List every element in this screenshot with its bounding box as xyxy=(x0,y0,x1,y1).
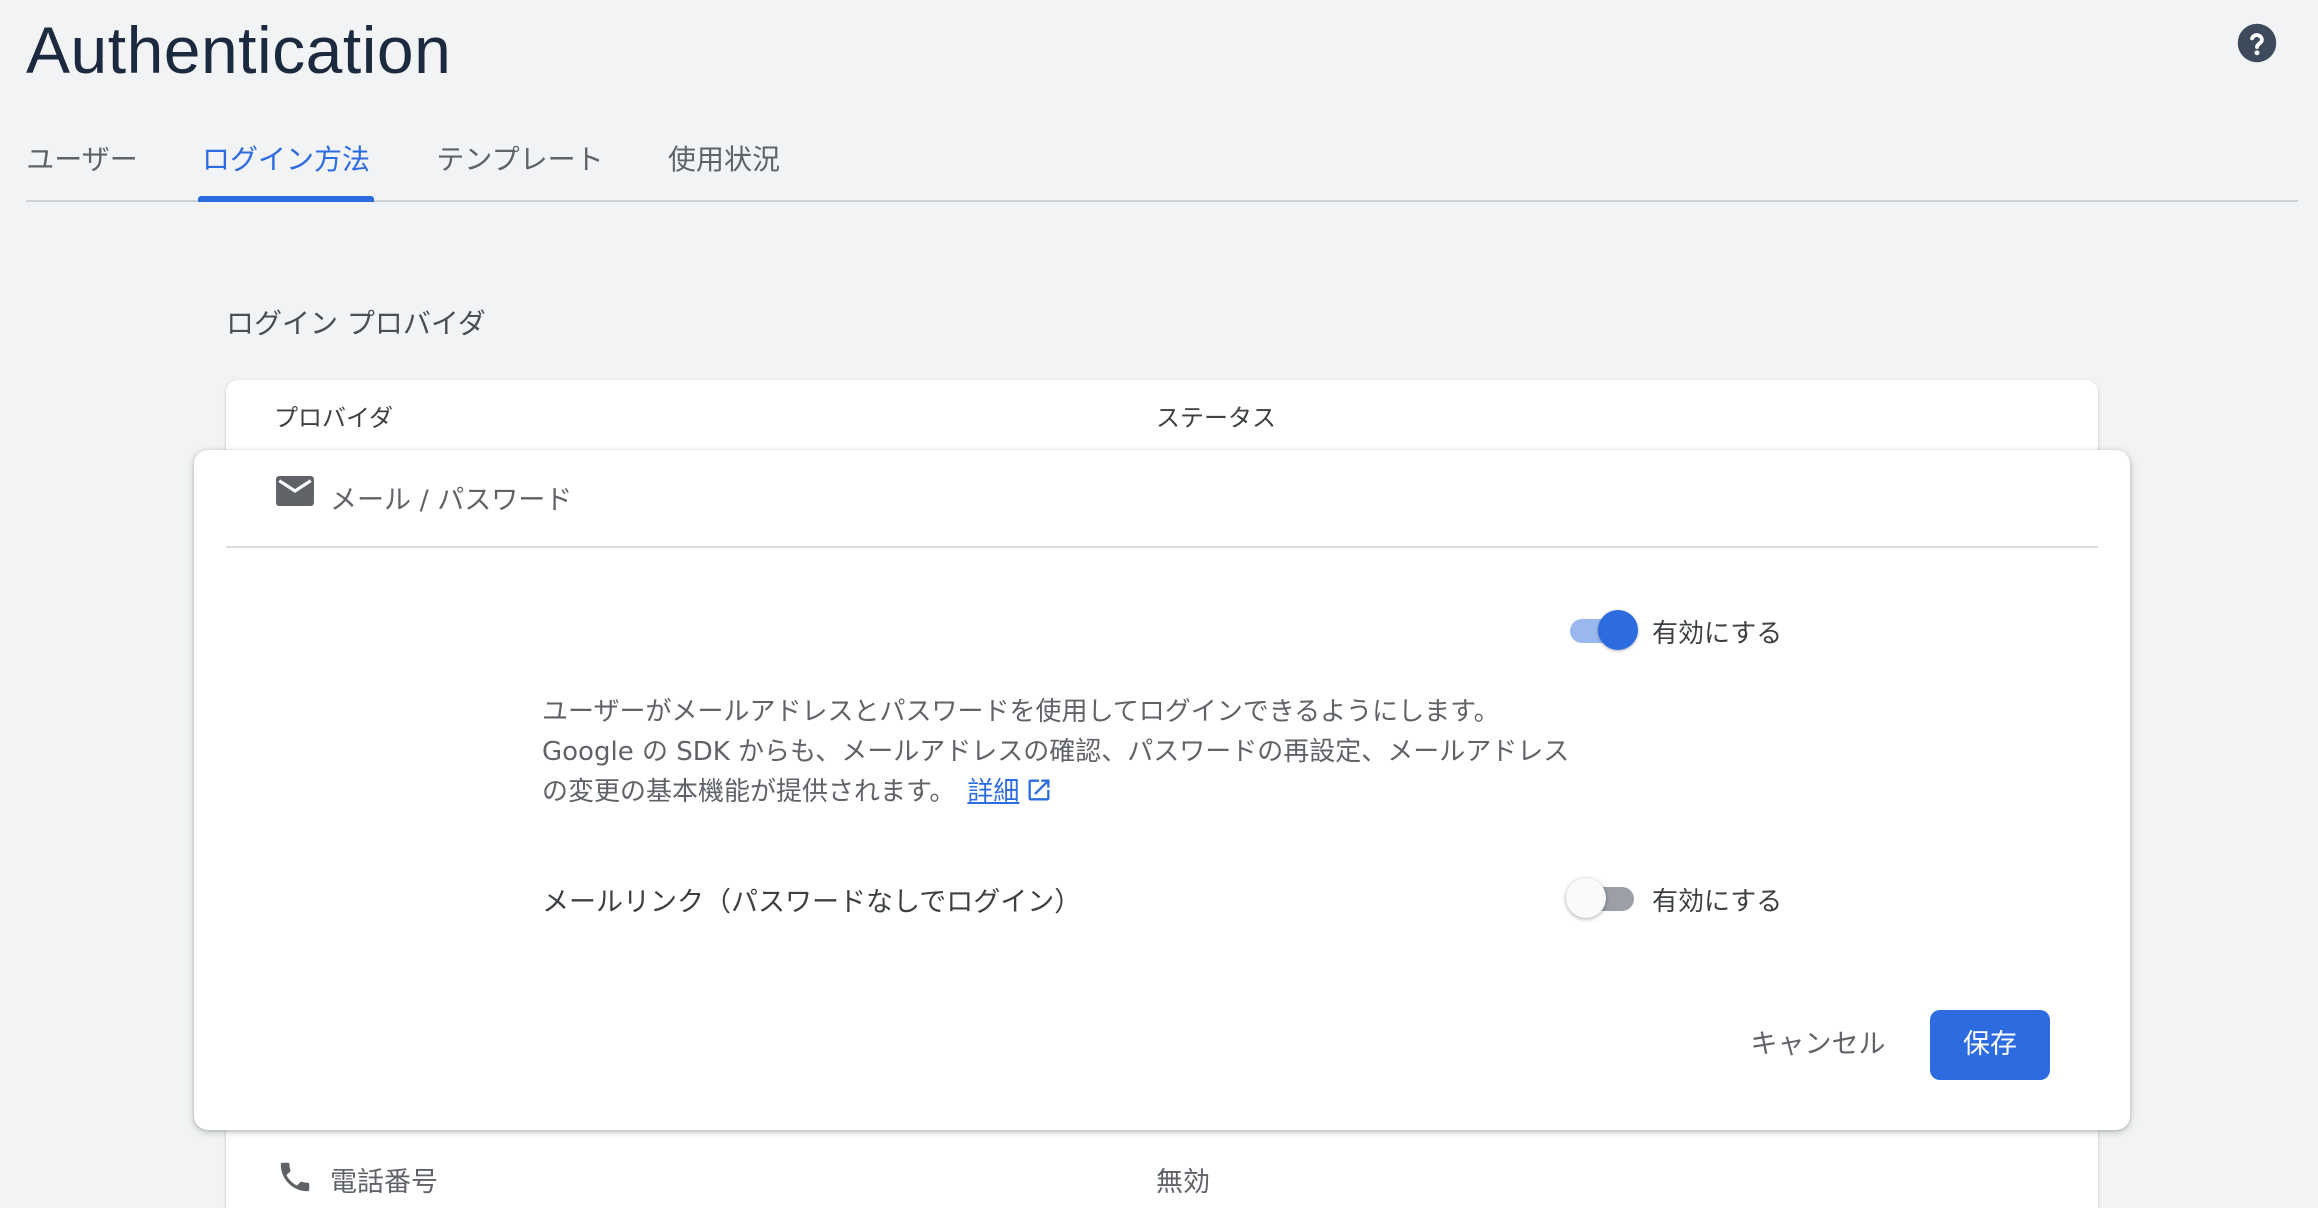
description-text: ユーザーがメールアドレスとパスワードを使用してログインできるようにします。Goo… xyxy=(542,697,1570,807)
section-title: ログイン プロバイダ xyxy=(226,307,486,340)
email-password-provider-panel: メール / パスワード 有効にする ユーザーがメールアドレスとパスワードを使用し… xyxy=(194,450,2130,1130)
save-button[interactable]: 保存 xyxy=(1930,1010,2050,1080)
phone-icon xyxy=(276,1158,314,1196)
toggle-thumb xyxy=(1598,610,1638,650)
cancel-button[interactable]: キャンセル xyxy=(1728,1010,1908,1080)
column-header-status: ステータス xyxy=(1156,404,1276,432)
enable-email-password-toggle[interactable] xyxy=(1566,605,1640,655)
column-header-provider: プロバイダ xyxy=(274,404,394,432)
tab-users[interactable]: ユーザー xyxy=(26,128,138,200)
phone-provider-status: 無効 xyxy=(1156,1167,1210,1198)
email-link-toggle-label: 有効にする xyxy=(1652,887,1783,917)
authentication-page: Authentication ユーザー ログイン方法 テンプレート 使用状況 ロ… xyxy=(0,0,2318,1208)
toggle-thumb xyxy=(1566,878,1606,918)
page-title: Authentication xyxy=(26,13,452,87)
mail-icon xyxy=(276,476,314,506)
email-link-label: メールリンク（パスワードなしでログイン） xyxy=(542,887,1082,918)
learn-more-link[interactable]: 詳細 xyxy=(967,777,1019,807)
tab-usage[interactable]: 使用状況 xyxy=(666,128,782,200)
tab-templates[interactable]: テンプレート xyxy=(434,128,606,200)
tab-bar: ユーザー ログイン方法 テンプレート 使用状況 xyxy=(26,128,2298,202)
table-row-phone[interactable]: 電話番号 無効 xyxy=(226,1150,2098,1208)
table-header: プロバイダ ステータス xyxy=(226,380,2098,448)
email-link-toggle[interactable] xyxy=(1566,873,1640,923)
external-link-icon[interactable] xyxy=(1025,776,1053,804)
divider xyxy=(226,546,2098,548)
provider-description: ユーザーがメールアドレスとパスワードを使用してログインできるようにします。Goo… xyxy=(542,692,1582,812)
tab-sign-in-method[interactable]: ログイン方法 xyxy=(198,128,374,202)
enable-toggle-label: 有効にする xyxy=(1652,619,1783,649)
phone-provider-name: 電話番号 xyxy=(330,1167,438,1198)
provider-title: メール / パスワード xyxy=(330,485,573,516)
help-circle-icon[interactable] xyxy=(2236,22,2278,64)
